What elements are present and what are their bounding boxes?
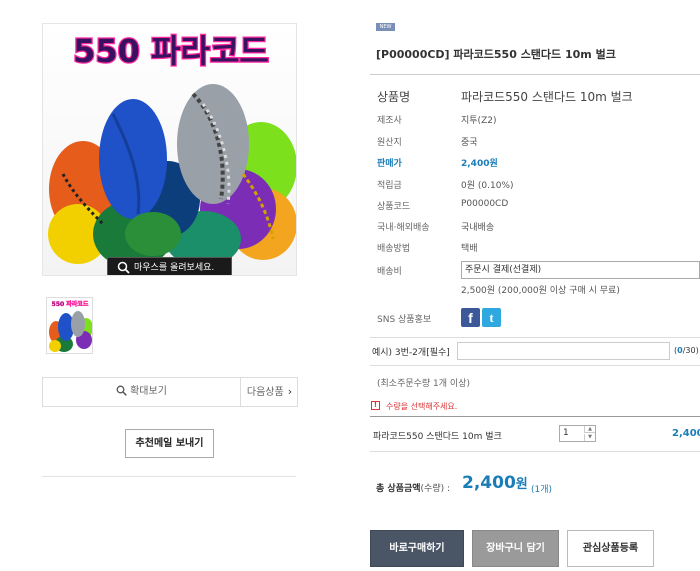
shipping-fee-label: 배송비 bbox=[377, 267, 402, 277]
banner-text: 550 파라코드 bbox=[73, 32, 269, 70]
points-label: 적립금 bbox=[377, 181, 402, 191]
zoom-label: 확대보기 bbox=[130, 386, 167, 397]
chevron-right-icon: › bbox=[287, 385, 293, 398]
option-char-count: (0/30) bbox=[674, 346, 699, 355]
warning-icon: ! bbox=[371, 401, 380, 410]
origin-label: 원산지 bbox=[377, 138, 402, 148]
product-code-value: P00000CD bbox=[461, 199, 509, 209]
option-label: 예시) 3번-2개[필수] bbox=[372, 348, 450, 358]
divider bbox=[370, 365, 700, 366]
paracord-photo: 550 파라코드 bbox=[48, 31, 296, 268]
price-label: 판매가 bbox=[377, 159, 402, 169]
shipping-method-value: 택배 bbox=[461, 244, 478, 254]
next-product-label: 다음상품 bbox=[246, 387, 284, 398]
delivery-type-value: 국내배송 bbox=[461, 223, 495, 233]
total-label-sub: (수량) : bbox=[420, 484, 451, 494]
manufacturer-value: 지투(Z2) bbox=[461, 116, 497, 126]
points-value: 0원 (0.10%) bbox=[461, 181, 514, 191]
total-label-main: 총 상품금액 bbox=[376, 484, 421, 494]
total-quantity: (1개) bbox=[531, 485, 553, 495]
quantity-up-icon[interactable]: ▲ bbox=[584, 426, 595, 433]
magnifier-icon bbox=[116, 385, 127, 396]
option-input[interactable] bbox=[457, 342, 670, 360]
product-name-label: 상품명 bbox=[377, 90, 411, 104]
origin-value: 중국 bbox=[461, 138, 478, 148]
quantity-value[interactable]: 1 bbox=[563, 428, 569, 438]
hover-hint: 마우스를 올려보세요. bbox=[107, 257, 232, 275]
thumbnail-image: 550 파라코드 bbox=[49, 300, 92, 352]
shipping-fee-note: 2,500원 (200,000원 이상 구매 시 무료) bbox=[461, 286, 620, 296]
delivery-type-label: 국내·해외배송 bbox=[377, 223, 430, 233]
add-to-cart-button[interactable]: 장바구니 담기 bbox=[472, 530, 559, 567]
buy-now-button[interactable]: 바로구매하기 bbox=[370, 530, 464, 567]
warning-text: 수량을 선택해주세요. bbox=[386, 402, 458, 411]
product-main-image[interactable]: 550 파라코드 마우스를 올려보세요. bbox=[42, 23, 297, 276]
facebook-share-icon[interactable]: f bbox=[461, 308, 480, 327]
magnifier-icon bbox=[117, 261, 130, 274]
hover-hint-text: 마우스를 올려보세요. bbox=[134, 263, 215, 273]
twitter-share-icon[interactable]: t bbox=[482, 308, 501, 327]
divider bbox=[370, 74, 700, 75]
shipping-fee-select[interactable]: 주문시 결제(선결제) bbox=[461, 261, 700, 279]
total-currency: 원 bbox=[515, 477, 528, 492]
product-name-value: 파라코드550 스탠다드 10m 벌크 bbox=[461, 90, 633, 104]
zoom-bar: 확대보기 다음상품 › bbox=[42, 377, 298, 407]
char-count-max: /30) bbox=[682, 346, 699, 355]
price-value: 2,400원 bbox=[461, 159, 498, 169]
product-title: [P00000CD] 파라코드550 스탠다드 10m 벌크 bbox=[376, 48, 616, 61]
total-label: 총 상품금액(수량) : bbox=[376, 481, 450, 494]
divider bbox=[42, 476, 296, 477]
thumb-text: 550 파라코드 bbox=[52, 300, 89, 308]
total-amount-value: 2,400 bbox=[462, 473, 516, 493]
product-code-label: 상품코드 bbox=[377, 202, 411, 212]
shipping-method-label: 배송방법 bbox=[377, 244, 411, 254]
product-thumbnail[interactable]: 550 파라코드 bbox=[46, 297, 93, 354]
total-amount: 2,400원 bbox=[462, 473, 528, 493]
quantity-stepper[interactable]: 1 ▲ ▼ bbox=[559, 425, 596, 442]
next-product-button[interactable]: 다음상품 › bbox=[242, 378, 297, 406]
zoom-button[interactable]: 확대보기 bbox=[43, 378, 241, 406]
new-badge: NEW bbox=[376, 23, 395, 31]
selected-item-price: 2,400 bbox=[672, 428, 700, 439]
divider bbox=[370, 337, 700, 338]
recommend-mail-button[interactable]: 추천메일 보내기 bbox=[125, 429, 214, 458]
quantity-down-icon[interactable]: ▼ bbox=[584, 434, 595, 441]
manufacturer-label: 제조사 bbox=[377, 116, 402, 126]
selected-item-name: 파라코드550 스탠다드 10m 벌크 bbox=[373, 432, 502, 442]
add-to-wishlist-button[interactable]: 관심상품등록 bbox=[567, 530, 654, 567]
min-quantity-note: (최소주문수량 1개 이상) bbox=[377, 379, 470, 389]
sns-label: SNS 상품홍보 bbox=[377, 315, 432, 325]
